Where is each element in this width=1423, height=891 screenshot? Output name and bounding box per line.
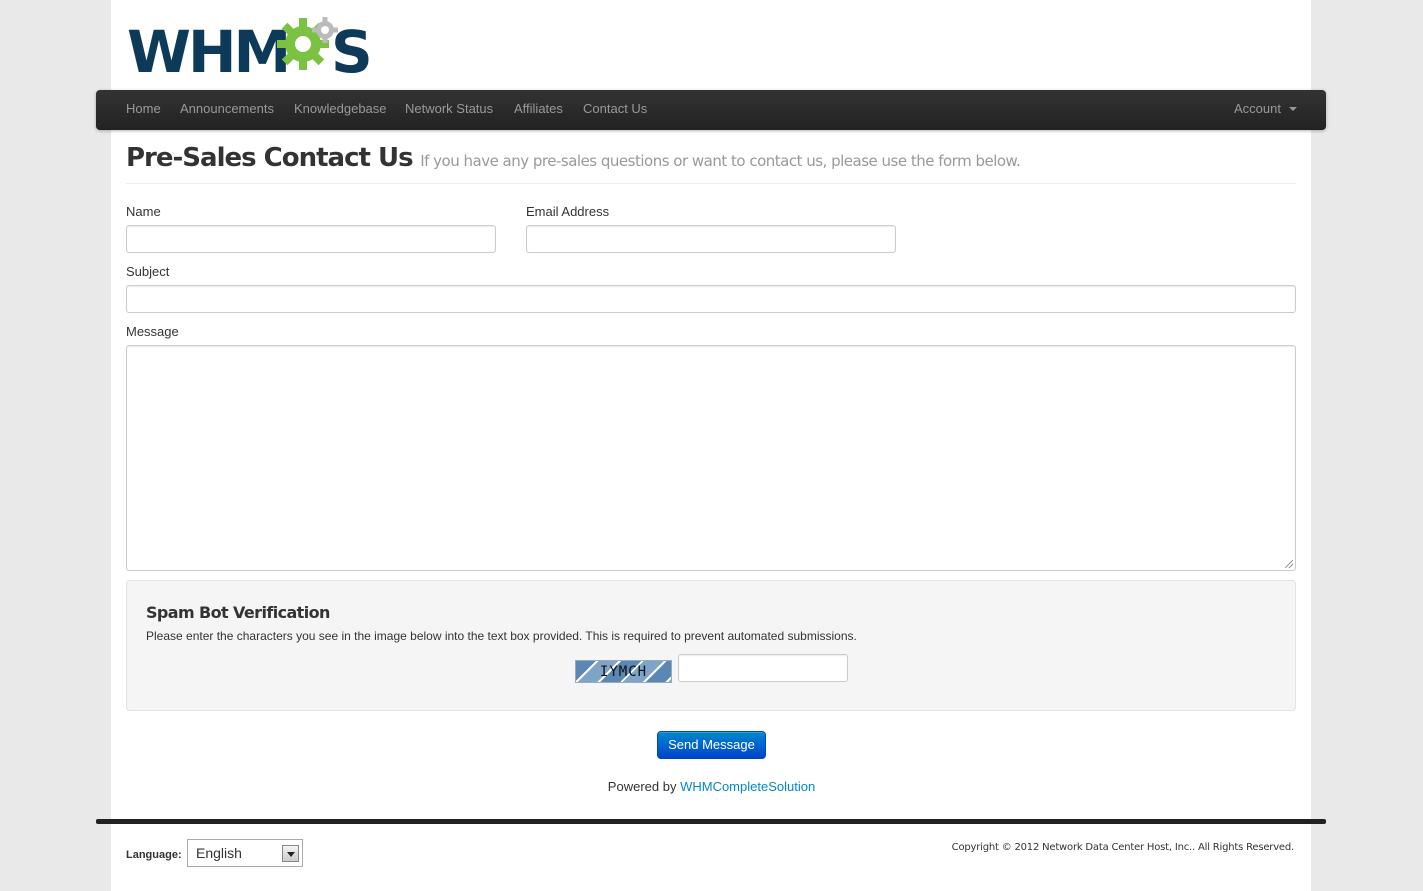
whmcs-link[interactable]: WHMCompleteSolution [680,779,815,794]
spam-verification-panel [126,580,1296,711]
nav-network-status[interactable]: Network Status [405,90,493,130]
captcha-image: IYMCH [575,660,672,683]
message-textarea[interactable] [126,345,1296,571]
nav-announcements[interactable]: Announcements [180,90,274,130]
email-label: Email Address [526,204,610,219]
svg-text:WHM: WHM [127,18,288,76]
caret-down-icon [1288,106,1297,111]
whmcs-logo[interactable]: WHM S [127,14,387,86]
spam-instructions: Please enter the characters you see in t… [146,629,857,643]
message-label: Message [126,324,179,339]
page-title: Pre-Sales Contact Us [126,143,414,173]
subject-input[interactable] [126,285,1296,313]
page-header: Pre-Sales Contact Us If you have any pre… [126,143,1296,184]
nav-account-label: Account [1234,101,1281,116]
main-navbar: Home Announcements Knowledgebase Network… [96,90,1326,130]
chevron-down-icon [287,852,295,857]
language-select[interactable]: English [187,839,303,867]
powered-prefix: Powered by [607,779,677,794]
name-label: Name [126,204,161,219]
powered-by: Powered by WHMCompleteSolution [0,779,1423,794]
nav-home[interactable]: Home [126,90,161,130]
nav-account-dropdown[interactable]: Account [1234,90,1297,130]
captcha-input[interactable] [678,654,848,682]
svg-text:S: S [331,18,373,76]
language-label: Language: [126,849,182,861]
name-input[interactable] [126,225,496,253]
nav-affiliates[interactable]: Affiliates [514,90,563,130]
email-input[interactable] [526,225,896,253]
nav-contact-us[interactable]: Contact Us [583,90,647,130]
captcha-text: IYMCH [599,664,648,680]
copyright-text: Copyright © 2012 Network Data Center Hos… [951,842,1295,853]
dropdown-button[interactable] [282,845,299,862]
subject-label: Subject [126,264,170,279]
page-subtitle: If you have any pre-sales questions or w… [420,152,1021,170]
language-value: English [196,845,242,861]
resize-grip-icon[interactable] [1285,560,1293,568]
footer-divider [96,819,1326,824]
nav-knowledgebase[interactable]: Knowledgebase [294,90,387,130]
spam-title: Spam Bot Verification [146,603,330,622]
send-message-button[interactable]: Send Message [657,731,766,759]
